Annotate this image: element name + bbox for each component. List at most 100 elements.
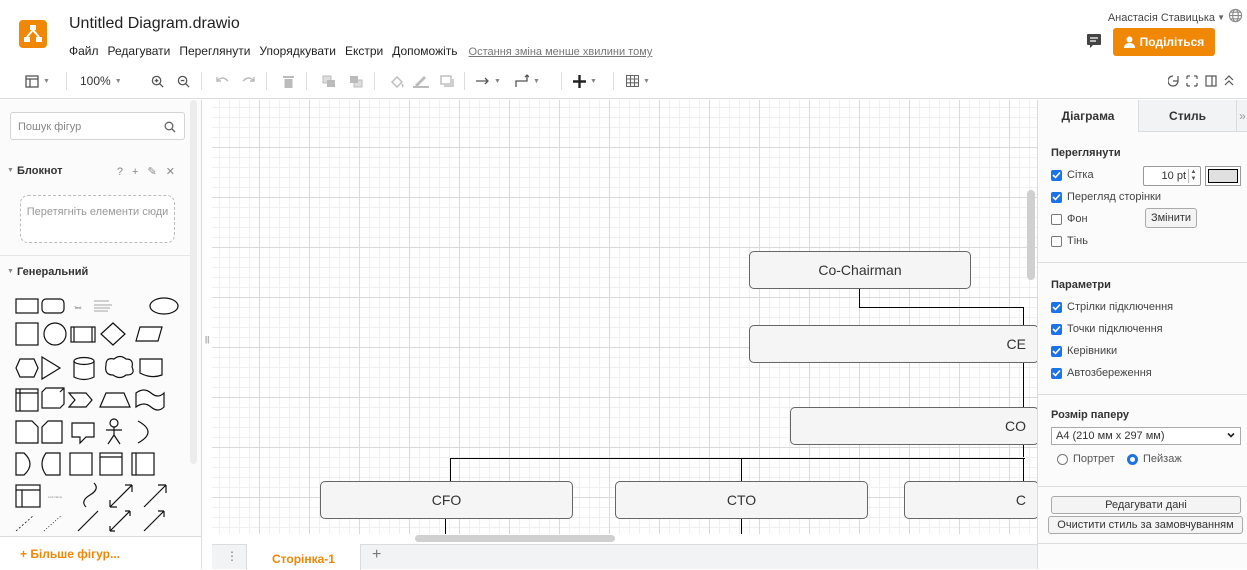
node-c[interactable]: C <box>904 481 1037 519</box>
shadow-checkbox[interactable]: Тінь <box>1051 235 1088 247</box>
background-checkbox[interactable]: Фон <box>1051 213 1088 225</box>
view-panels-icon[interactable]: ▼ <box>25 72 50 90</box>
canvas-vertical-scrollbar[interactable] <box>1027 190 1035 280</box>
toolbar-separator <box>66 72 67 90</box>
edit-data-button[interactable]: Редагувати дані <box>1051 496 1241 514</box>
page-tabs-bar: ⋮ Сторінка-1 + <box>212 544 1037 570</box>
node-cto[interactable]: CTO <box>615 481 868 519</box>
shape-search-input[interactable]: Пошук фігур <box>10 112 185 140</box>
zoom-in-icon[interactable] <box>151 72 164 90</box>
edge-co-chairman[interactable] <box>859 288 860 308</box>
node-co-chairman[interactable]: Co-Chairman <box>749 251 971 289</box>
change-background-button[interactable]: Змінити <box>1145 208 1197 228</box>
add-page-icon[interactable]: + <box>372 546 381 564</box>
edge-c[interactable] <box>1023 458 1024 482</box>
zoom-dropdown[interactable]: 100% ▼ <box>80 72 122 90</box>
sidebar-scrollbar[interactable] <box>190 100 197 464</box>
tab-diagram[interactable]: Діаграма <box>1038 100 1138 132</box>
line-color-icon[interactable] <box>413 72 429 90</box>
more-shapes-label: + Більше фігур... <box>20 547 120 561</box>
landscape-radio[interactable]: Пейзаж <box>1127 453 1182 465</box>
autosave-checkbox[interactable]: Автозбереження <box>1051 367 1152 379</box>
menu-edit[interactable]: Редагувати <box>108 44 171 58</box>
paper-size-value: A4 (210 мм x 297 мм) <box>1056 430 1165 442</box>
diagram-canvas[interactable]: Co-Chairman CE CO CFO CTO C <box>212 100 1037 534</box>
fill-color-icon[interactable] <box>390 72 404 90</box>
clear-default-style-button[interactable]: Очистити стиль за замовчуванням <box>1048 516 1243 534</box>
radio-unselected-icon <box>1057 453 1068 465</box>
edge-cto-down[interactable] <box>741 519 742 534</box>
general-header[interactable]: ▼ Генеральний <box>0 263 190 287</box>
comments-icon[interactable] <box>1087 34 1101 53</box>
zoom-out-icon[interactable] <box>177 72 190 90</box>
portrait-radio[interactable]: Портрет <box>1057 453 1115 465</box>
user-name[interactable]: Анастасія Ставицька <box>1108 12 1215 24</box>
grid-color-picker[interactable] <box>1205 166 1241 186</box>
to-front-icon[interactable] <box>322 72 336 90</box>
scratchpad-dropzone[interactable]: Перетягніть елементи сюди <box>20 195 175 243</box>
connection-points-checkbox[interactable]: Точки підключення <box>1051 323 1163 335</box>
menu-help[interactable]: Допоможіть <box>392 44 457 58</box>
canvas-horizontal-scrollbar[interactable] <box>415 535 615 542</box>
line-shape-icon <box>77 510 99 532</box>
scratchpad-header[interactable]: ▼ Блокнот ? + ✎ ✕ <box>0 162 190 186</box>
waypoints-icon[interactable]: ▼ <box>515 72 540 90</box>
square-shape-icon <box>15 322 39 346</box>
redo-icon[interactable] <box>242 72 255 90</box>
page-tab-1[interactable]: Сторінка-1 <box>246 544 361 570</box>
connection-icon[interactable]: ▼ <box>476 72 501 90</box>
shadow-icon[interactable] <box>440 72 454 90</box>
page-view-checkbox[interactable]: Перегляд сторінки <box>1051 191 1161 203</box>
guides-checkbox[interactable]: Керівники <box>1051 345 1117 357</box>
share-button[interactable]: Поділіться <box>1113 28 1215 56</box>
menu-arrange[interactable]: Упорядкувати <box>259 44 336 58</box>
tab-style[interactable]: Стиль <box>1138 100 1236 132</box>
node-ceo[interactable]: CE <box>749 325 1037 363</box>
user-caret-icon[interactable]: ▼ <box>1217 13 1225 22</box>
node-ceo-label: CE <box>1006 336 1026 352</box>
fullscreen-icons <box>1168 72 1236 90</box>
more-shapes-button[interactable]: + Більше фігур... <box>0 536 201 569</box>
insert-icon[interactable]: ▼ <box>573 72 597 90</box>
pages-menu-icon[interactable]: ⋮ <box>226 549 238 563</box>
general-title: Генеральний <box>17 266 89 278</box>
menu-view[interactable]: Переглянути <box>179 44 250 58</box>
grid-checkbox[interactable]: Сітка <box>1051 169 1094 181</box>
general-shapes-palette[interactable]: Text Link Name <box>14 295 184 535</box>
sidebar-splitter[interactable]: || <box>202 100 212 569</box>
node-cfo[interactable]: CFO <box>320 481 573 519</box>
globe-icon[interactable] <box>1228 8 1243 28</box>
checkbox-checked-icon <box>1051 169 1062 181</box>
delete-icon[interactable] <box>283 72 294 90</box>
edge-cto[interactable] <box>741 458 742 482</box>
connection-arrows-checkbox[interactable]: Стрілки підключення <box>1051 301 1173 313</box>
tab-more-icon[interactable]: » <box>1236 100 1247 132</box>
last-change-link[interactable]: Остання зміна менше хвилини тому <box>469 46 653 58</box>
grid-size-stepper[interactable]: ▲ ▼ <box>1188 169 1198 183</box>
hexagon-shape-icon <box>15 358 39 378</box>
undo-icon[interactable] <box>216 72 229 90</box>
triangle-shape-icon <box>41 355 62 381</box>
edge-cfo[interactable] <box>450 458 451 482</box>
node-coo[interactable]: CO <box>790 407 1037 445</box>
paper-size-select[interactable]: A4 (210 мм x 297 мм) <box>1051 427 1241 445</box>
menu-extras[interactable]: Екстри <box>345 44 383 58</box>
edge-children-bus[interactable] <box>450 458 1025 459</box>
scratchpad-title: Блокнот <box>17 165 63 177</box>
edge-cfo-down[interactable] <box>445 519 446 534</box>
document-title[interactable]: Untitled Diagram.drawio <box>69 15 240 33</box>
menu-file[interactable]: Файл <box>69 44 99 58</box>
circle-shape-icon <box>43 322 67 346</box>
grid-size-input[interactable]: 10 pt ▲ ▼ <box>1143 166 1201 186</box>
to-back-icon[interactable] <box>349 72 363 90</box>
section-divider <box>0 255 190 256</box>
edge-co-chairman-horizontal[interactable] <box>859 307 1024 308</box>
table-icon[interactable]: ▼ <box>626 72 650 90</box>
scratchpad-actions[interactable]: ? + ✎ ✕ <box>117 165 178 178</box>
process-shape-icon <box>70 326 96 343</box>
menu-bar: Файл Редагувати Переглянути Упорядкувати… <box>69 44 652 58</box>
search-icon[interactable] <box>164 120 176 138</box>
splitter-grip-icon[interactable]: || <box>205 335 209 344</box>
option-label: Автозбереження <box>1067 367 1152 379</box>
node-coo-label: CO <box>1005 418 1026 434</box>
